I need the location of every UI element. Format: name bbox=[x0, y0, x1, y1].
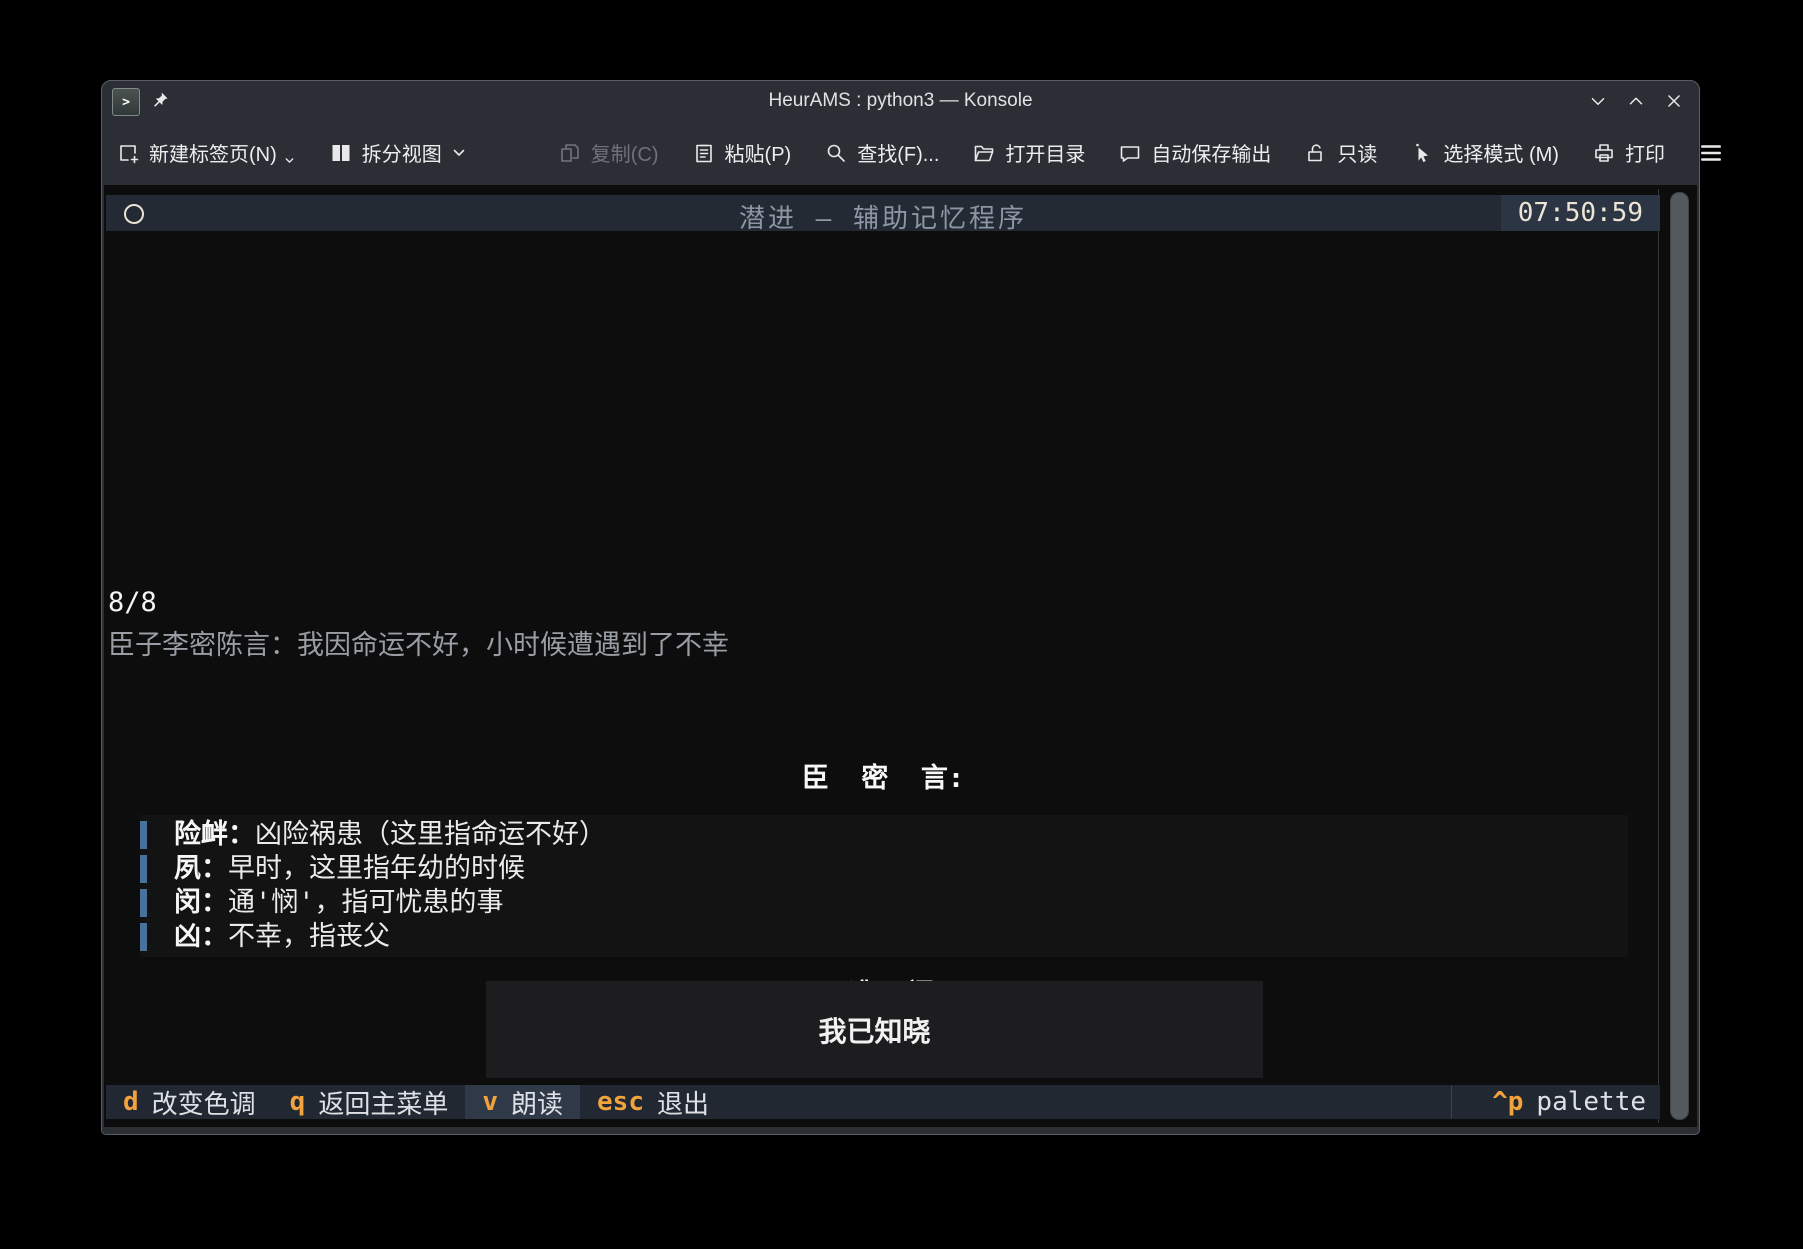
new-tab-icon bbox=[116, 141, 140, 165]
annotation-line: 夙：早时，这里指年幼的时候 bbox=[140, 852, 1628, 886]
close-icon[interactable] bbox=[1663, 90, 1685, 112]
find-button[interactable]: 查找(F)... bbox=[824, 138, 939, 167]
lock-open-icon bbox=[1304, 141, 1328, 165]
printer-icon bbox=[1592, 141, 1616, 165]
maximize-icon[interactable] bbox=[1625, 90, 1647, 112]
select-mode-button[interactable]: 选择模式 (M) bbox=[1410, 138, 1559, 167]
annotation-line: 闵：通'悯'，指可忧患的事 bbox=[140, 886, 1628, 920]
search-icon bbox=[824, 141, 848, 165]
verse-line: 臣 密 言: bbox=[106, 761, 1660, 797]
terminal-view[interactable]: 潜进 – 辅助记忆程序 07:50:59 8/8 臣子李密陈言：我因命运不好，小… bbox=[104, 185, 1697, 1127]
tui-app-title: 潜进 – 辅助记忆程序 bbox=[106, 198, 1660, 235]
shortcut-exit: esc 退出 bbox=[580, 1085, 726, 1119]
tui-header-bar: 潜进 – 辅助记忆程序 07:50:59 bbox=[106, 195, 1660, 231]
toolbar: 新建标签页(N) 拆分视图 复制(C) 粘贴(P) 查找(F)... bbox=[102, 121, 1699, 184]
annotations-panel: 险衅：凶险祸患（这里指命运不好） 夙：早时，这里指年幼的时候 闵：通'悯'，指可… bbox=[140, 815, 1628, 957]
read-only-button[interactable]: 只读 bbox=[1304, 138, 1377, 167]
new-tab-button[interactable]: 新建标签页(N) bbox=[116, 138, 296, 167]
annotation-line: 险衅：凶险祸患（这里指命运不好） bbox=[140, 818, 1628, 852]
shortcut-read-aloud: v 朗读 bbox=[465, 1085, 580, 1119]
progress-counter: 8/8 bbox=[108, 587, 157, 618]
chevron-down-icon bbox=[283, 154, 296, 167]
titlebar: > HeurAMS : python3 — Konsole bbox=[102, 81, 1699, 121]
acknowledge-button[interactable]: 我已知晓 bbox=[486, 981, 1263, 1078]
copy-icon bbox=[558, 141, 582, 165]
copy-button[interactable]: 复制(C) bbox=[558, 138, 659, 167]
select-mode-icon bbox=[1410, 141, 1434, 165]
scrollbar-thumb[interactable] bbox=[1670, 192, 1689, 1120]
print-button[interactable]: 打印 bbox=[1592, 138, 1665, 167]
folder-icon bbox=[972, 141, 996, 165]
annotation-line: 凶：不幸，指丧父 bbox=[140, 920, 1628, 954]
save-output-icon bbox=[1118, 141, 1142, 165]
hamburger-menu-icon[interactable] bbox=[1698, 140, 1724, 166]
chevron-down-icon bbox=[451, 145, 467, 161]
split-view-icon bbox=[329, 141, 353, 165]
tui-clock: 07:50:59 bbox=[1501, 195, 1660, 231]
autosave-output-button[interactable]: 自动保存输出 bbox=[1118, 138, 1271, 167]
konsole-window: > HeurAMS : python3 — Konsole 新建标签页(N) bbox=[101, 80, 1700, 1135]
split-view-button[interactable]: 拆分视图 bbox=[329, 138, 467, 167]
minimize-icon[interactable] bbox=[1587, 90, 1609, 112]
tui-content: 潜进 – 辅助记忆程序 07:50:59 8/8 臣子李密陈言：我因命运不好，小… bbox=[106, 195, 1660, 1119]
shortcut-change-theme: d 改变色调 bbox=[106, 1085, 273, 1119]
shortcut-footer: d 改变色调 q 返回主菜单 v 朗读 esc 退出 ^p bbox=[106, 1085, 1660, 1119]
window-title: HeurAMS : python3 — Konsole bbox=[102, 90, 1699, 112]
paste-icon bbox=[692, 141, 716, 165]
translation-hint: 臣子李密陈言：我因命运不好，小时候遭遇到了不幸 bbox=[108, 623, 729, 662]
paste-button[interactable]: 粘贴(P) bbox=[692, 138, 792, 167]
shortcut-main-menu: q 返回主菜单 bbox=[273, 1085, 466, 1119]
open-directory-button[interactable]: 打开目录 bbox=[972, 138, 1085, 167]
shortcut-palette: ^p palette bbox=[1452, 1085, 1660, 1119]
